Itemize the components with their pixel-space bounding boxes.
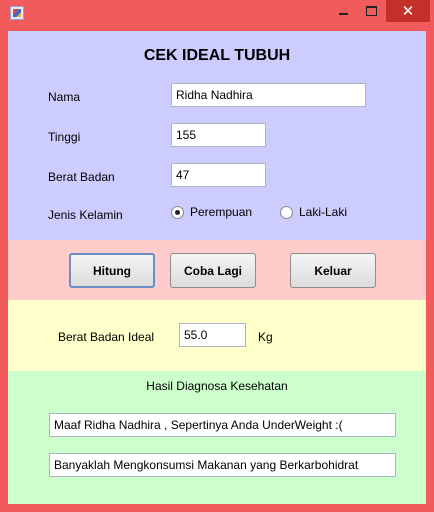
nama-label: Nama [48,90,81,104]
radio-laki-laki-label: Laki-Laki [299,205,348,219]
buttons-panel: Hitung Coba Lagi Keluar [8,240,426,300]
page-title: CEK IDEAL TUBUH [143,47,291,64]
minimize-button[interactable] [329,0,357,22]
radio-laki-laki[interactable]: Laki-Laki [280,205,347,219]
title-bar[interactable] [0,0,434,30]
radio-unselected-icon [280,205,293,219]
radio-perempuan-label: Perempuan [190,205,253,219]
diagnosis-line2-field[interactable]: Banyaklah Mengkonsumsi Makanan yang Berk… [49,453,396,477]
berat-badan-label: Berat Badan [48,170,115,184]
form-panel: CEK IDEAL TUBUH Nama Ridha Nadhira Tingg… [8,31,426,240]
keluar-button[interactable]: Keluar [290,253,376,288]
nama-field[interactable]: Ridha Nadhira [171,83,366,107]
kg-unit-label: Kg [258,330,273,344]
ideal-weight-panel: Berat Badan Ideal 55.0 Kg [8,300,426,371]
content-pane: CEK IDEAL TUBUH Nama Ridha Nadhira Tingg… [8,31,426,504]
coba-lagi-button[interactable]: Coba Lagi [170,253,256,288]
berat-badan-field[interactable]: 47 [171,163,266,187]
maximize-button[interactable] [358,0,384,22]
diagnosis-heading: Hasil Diagnosa Kesehatan [146,379,288,393]
jenis-kelamin-label: Jenis Kelamin [48,208,123,222]
radio-perempuan[interactable]: Perempuan [171,205,252,219]
tinggi-field[interactable]: 155 [171,123,266,147]
java-app-icon [10,6,24,20]
app-window: CEK IDEAL TUBUH Nama Ridha Nadhira Tingg… [0,0,434,512]
hitung-button[interactable]: Hitung [69,253,155,288]
diagnosis-panel: Hasil Diagnosa Kesehatan Maaf Ridha Nadh… [8,371,426,504]
berat-ideal-label: Berat Badan Ideal [58,330,155,344]
close-button[interactable] [386,0,430,22]
diagnosis-line1-field[interactable]: Maaf Ridha Nadhira , Sepertinya Anda Und… [49,413,396,437]
berat-ideal-field[interactable]: 55.0 [179,323,246,347]
radio-selected-icon [171,205,184,219]
tinggi-label: Tinggi [48,130,81,144]
